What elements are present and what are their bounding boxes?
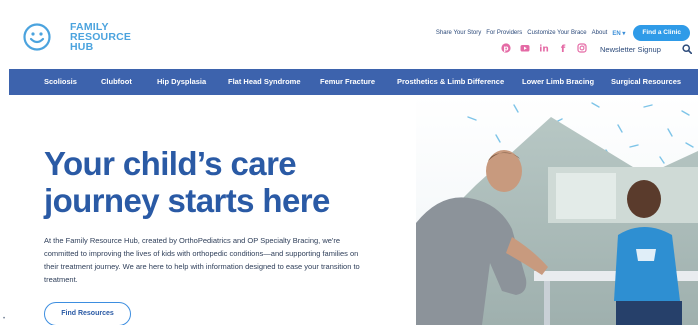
facebook-icon[interactable]: f — [558, 43, 568, 53]
logo-wordmark: FAMILY RESOURCE HUB — [70, 22, 131, 53]
scroll-indicator: • — [3, 316, 6, 322]
nav-surgical-resources[interactable]: Surgical Resources — [611, 77, 681, 86]
share-story-link[interactable]: Share Your Story — [436, 30, 481, 36]
nav-femur-fracture[interactable]: Femur Fracture — [320, 77, 375, 86]
language-selector[interactable]: EN ▾ — [612, 30, 625, 37]
nav-clubfoot[interactable]: Clubfoot — [101, 77, 132, 86]
hero-title-line-1: Your child’s care — [44, 145, 297, 182]
search-icon[interactable] — [682, 44, 692, 54]
linkedin-icon[interactable]: in — [539, 43, 549, 53]
instagram-icon[interactable] — [577, 43, 587, 53]
nav-prosthetics-limb-difference[interactable]: Prosthetics & Limb Difference — [397, 77, 504, 86]
svg-text:p: p — [503, 45, 508, 53]
find-resources-button[interactable]: Find Resources — [44, 302, 131, 325]
smiley-face-icon — [23, 23, 51, 51]
social-links: p in f — [501, 43, 596, 53]
hero-photo — [416, 95, 698, 325]
site-logo[interactable]: FAMILY RESOURCE HUB — [22, 22, 131, 52]
find-clinic-button[interactable]: Find a Clinic — [633, 25, 690, 41]
hero-description: At the Family Resource Hub, created by O… — [44, 236, 360, 284]
pinterest-icon[interactable]: p — [501, 43, 511, 53]
svg-text:f: f — [561, 44, 566, 53]
nav-hip-dysplasia[interactable]: Hip Dysplasia — [157, 77, 206, 86]
hero-title: Your child’s care journey starts here — [44, 145, 374, 219]
main-nav: Scoliosis Clubfoot Hip Dysplasia Flat He… — [9, 69, 698, 95]
utility-nav: Share Your Story For Providers Customize… — [436, 25, 690, 41]
youtube-icon[interactable] — [520, 43, 530, 53]
hero-title-line-2: journey starts here — [44, 182, 330, 219]
newsletter-signup-link[interactable]: Newsletter Signup — [600, 45, 661, 54]
nav-lower-limb-bracing[interactable]: Lower Limb Bracing — [522, 77, 594, 86]
nav-scoliosis[interactable]: Scoliosis — [44, 77, 77, 86]
customize-brace-link[interactable]: Customize Your Brace — [527, 30, 586, 36]
logo-line-3: HUB — [70, 41, 94, 53]
about-link[interactable]: About — [592, 30, 608, 36]
nav-flat-head-syndrome[interactable]: Flat Head Syndrome — [228, 77, 301, 86]
for-providers-link[interactable]: For Providers — [486, 30, 522, 36]
svg-text:in: in — [539, 45, 549, 53]
site-header: FAMILY RESOURCE HUB Share Your Story For… — [0, 0, 698, 68]
